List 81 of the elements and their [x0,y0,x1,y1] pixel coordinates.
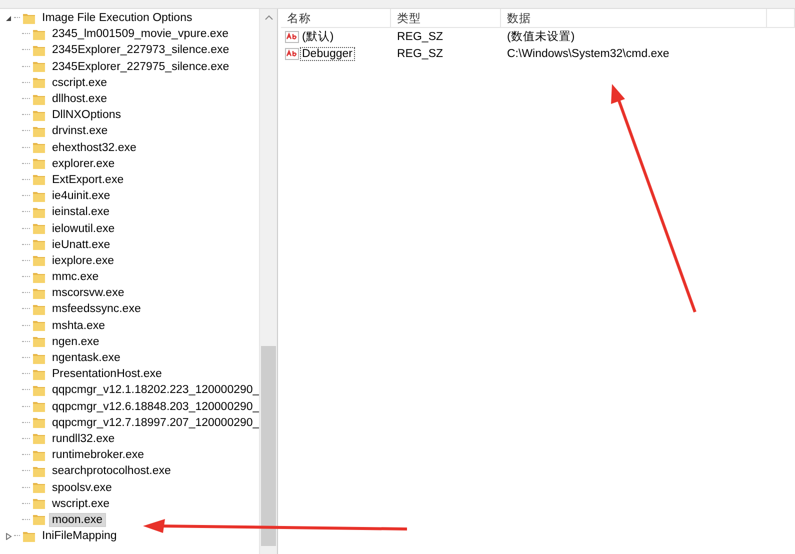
folder-icon [32,400,46,414]
tree-item[interactable]: DllNXOptions [49,108,124,122]
folder-icon [32,497,46,510]
tree-item[interactable]: msfeedssync.exe [49,302,144,316]
folder-icon [32,384,46,397]
string-value-icon [285,46,299,60]
collapsed-arrow-icon[interactable] [4,532,12,540]
tree-item[interactable]: mscorsvw.exe [49,286,128,300]
folder-icon [32,319,46,332]
tree-item[interactable]: qqpcmgr_v12.7.18997.207_120000290_ [49,416,259,430]
column-header[interactable]: 数据 [501,9,767,27]
folder-icon [32,92,46,106]
folder-icon [32,60,46,74]
folder-icon [32,302,46,316]
tree-item[interactable]: 2345Explorer_227973_silence.exe [49,43,232,58]
tree-item[interactable]: IniFileMapping [39,529,120,544]
tree-item[interactable]: ie4uinit.exe [49,189,114,204]
value-data: (数值未设置) [506,30,576,44]
folder-icon [32,206,46,219]
folder-icon [32,513,46,526]
folder-icon [32,108,46,122]
column-header[interactable]: 名称 [281,9,391,27]
folder-icon [32,448,46,462]
folder-icon [32,157,46,170]
folder-icon [32,76,46,90]
value-name[interactable]: Debugger [300,46,355,60]
tree-item[interactable]: 2345Explorer_227975_silence.exe [49,60,232,74]
folder-icon [32,173,46,186]
tree-item[interactable]: iexplore.exe [49,254,118,268]
tree-item[interactable]: spoolsv.exe [49,480,115,495]
tree-item[interactable]: moon.exe [49,512,106,527]
tree-item[interactable]: drvinst.exe [49,124,111,138]
folder-icon [22,530,36,543]
value-data: C:\Windows\System32\cmd.exe [506,48,670,60]
tree-item[interactable]: explorer.exe [49,156,118,171]
folder-icon [32,368,46,381]
tree-item[interactable]: dllhost.exe [49,92,110,106]
folder-icon [32,464,46,478]
folder-icon [32,416,46,430]
folder-icon [32,270,46,284]
tree-item[interactable]: searchprotocolhost.exe [49,464,174,478]
tree-item[interactable]: ExtExport.exe [49,172,127,187]
folder-icon [32,28,46,41]
tree-item[interactable]: wscript.exe [49,496,113,511]
tree-item[interactable]: runtimebroker.exe [49,448,148,462]
tree-item[interactable]: cscript.exe [49,76,110,90]
folder-icon [32,254,46,268]
folder-icon [32,286,46,300]
tree-item[interactable]: ehexthost32.exe [49,140,140,155]
tree-item[interactable]: 2345_lm001509_movie_vpure.exe [49,27,232,42]
tree-item[interactable]: mmc.exe [49,270,102,284]
folder-icon [32,352,46,365]
folder-icon [22,12,36,25]
folder-icon [32,141,46,154]
tree-item[interactable]: rundll32.exe [49,432,118,446]
tree-item[interactable]: ngentask.exe [49,351,124,366]
value-type: REG_SZ [396,48,444,60]
tree-item[interactable]: ieUnatt.exe [49,238,114,252]
value-type: REG_SZ [396,30,444,42]
folder-icon [32,432,46,446]
tree-item[interactable]: ngen.exe [49,334,102,349]
folder-icon [32,190,46,203]
tree-item[interactable]: qqpcmgr_v12.1.18202.223_120000290_ [49,383,259,398]
folder-icon [32,222,46,236]
tree-item[interactable]: mshta.exe [49,318,108,333]
tree-item[interactable]: PresentationHost.exe [49,367,165,382]
folder-icon [32,44,46,57]
folder-icon [32,335,46,348]
tree-item[interactable]: qqpcmgr_v12.6.18848.203_120000290_ [49,400,259,414]
folder-icon [32,124,46,138]
tree-item[interactable]: ielowutil.exe [49,222,118,236]
column-header[interactable]: 类型 [391,9,501,27]
scroll-up-icon[interactable] [264,15,272,20]
string-value-icon [285,30,299,44]
tree-item[interactable]: ieinstal.exe [49,205,113,220]
tree-item[interactable]: Image File Execution Options [39,11,196,26]
scrollbar[interactable] [259,9,277,554]
folder-icon [32,481,46,494]
expanded-arrow-icon[interactable] [4,14,12,22]
value-name[interactable]: (默认) [300,28,336,45]
folder-icon [32,238,46,252]
